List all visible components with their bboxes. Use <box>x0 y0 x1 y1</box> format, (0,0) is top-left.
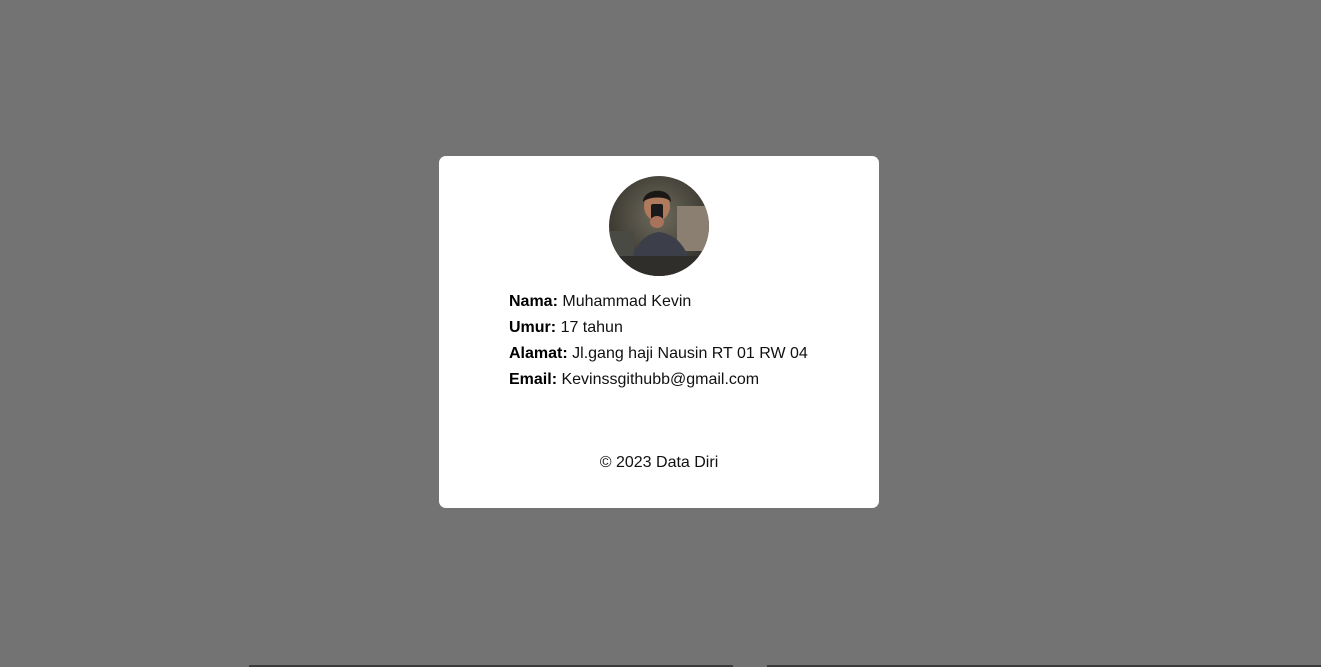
field-nama: Nama: Muhammad Kevin <box>509 292 869 318</box>
field-email-label: Email: <box>509 371 558 388</box>
profile-photo-icon <box>609 176 709 276</box>
profile-info: Nama: Muhammad Kevin Umur: 17 tahun Alam… <box>509 292 869 396</box>
footer-copyright: © 2023 Data Diri <box>599 454 719 471</box>
field-email: Email: Kevinssgithubb@gmail.com <box>509 370 869 396</box>
field-nama-label: Nama: <box>509 293 558 310</box>
field-umur-value: 17 tahun <box>560 319 623 336</box>
field-email-value: Kevinssgithubb@gmail.com <box>561 371 760 388</box>
profile-card: Nama: Muhammad Kevin Umur: 17 tahun Alam… <box>439 156 879 508</box>
field-nama-value: Muhammad Kevin <box>562 293 692 310</box>
field-umur: Umur: 17 tahun <box>509 318 869 344</box>
field-alamat-label: Alamat: <box>509 345 568 362</box>
page: Nama: Muhammad Kevin Umur: 17 tahun Alam… <box>0 0 1321 667</box>
field-alamat: Alamat: Jl.gang haji Nausin RT 01 RW 04 <box>509 344 869 370</box>
field-umur-label: Umur: <box>509 319 557 336</box>
avatar <box>609 176 709 276</box>
field-alamat-value: Jl.gang haji Nausin RT 01 RW 04 <box>572 345 808 362</box>
